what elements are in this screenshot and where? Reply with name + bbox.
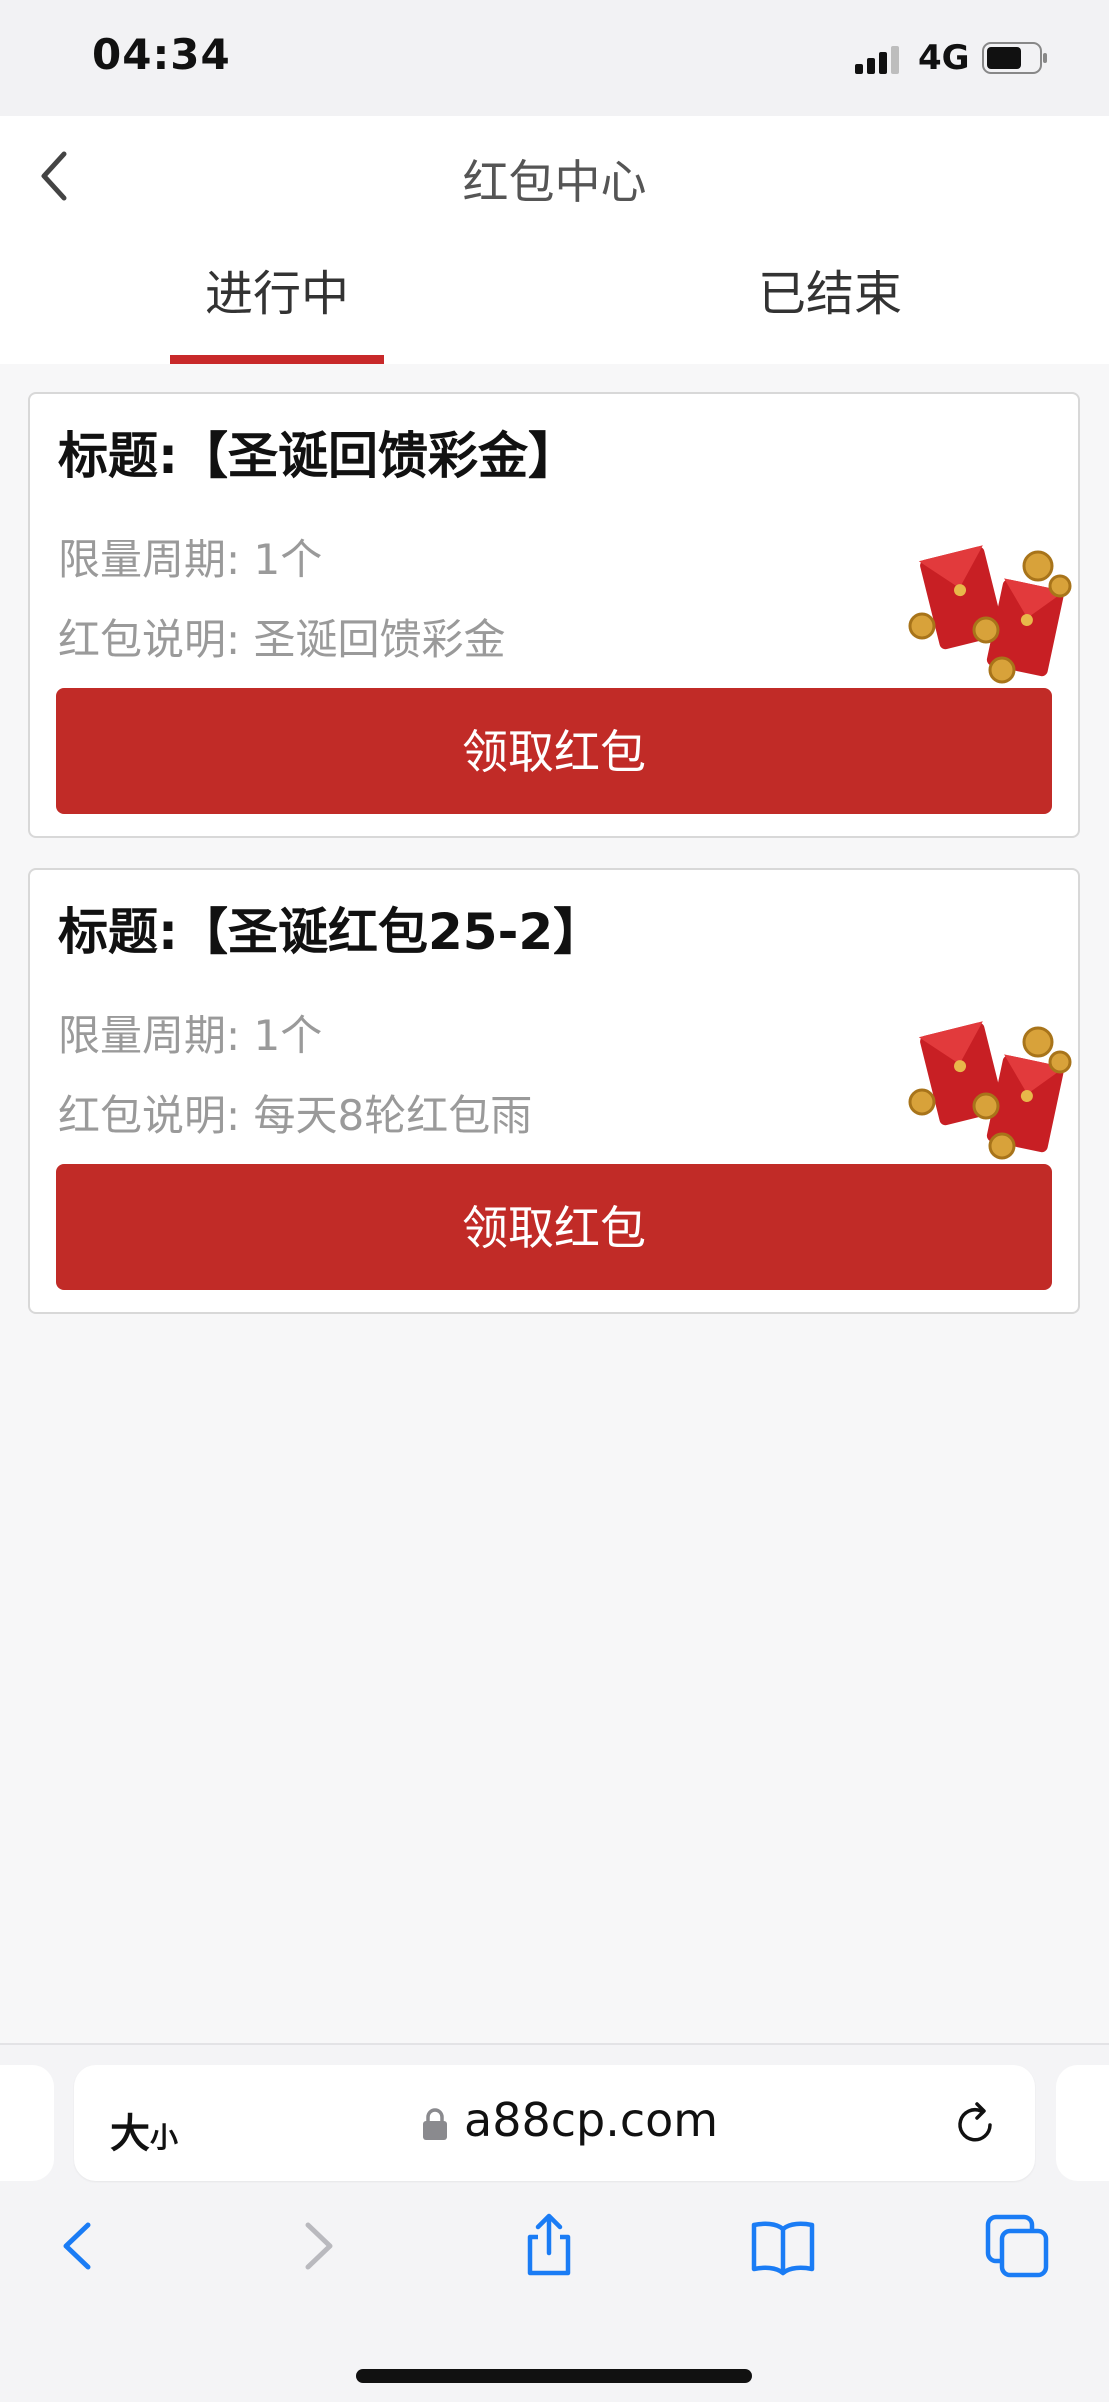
browser-toolbar: 大小 a88cp.com (0, 2043, 1109, 2402)
home-indicator (356, 2369, 752, 2383)
share-icon[interactable] (514, 2211, 584, 2281)
status-bar: 04:34 4G (0, 0, 1109, 116)
tab-ongoing-label: 进行中 (204, 266, 349, 322)
limit-period-value: 1个 (253, 535, 323, 584)
url-text: a88cp.com (464, 2093, 719, 2147)
packet-description-label: 红包说明: (58, 1091, 254, 1140)
packet-description: 红包说明: 每天8轮红包雨 (58, 1082, 532, 1143)
packet-description-value: 每天8轮红包雨 (253, 1091, 533, 1140)
lock-icon (423, 2108, 447, 2140)
back-icon[interactable] (44, 2211, 114, 2281)
limit-period: 限量周期: 1个 (58, 526, 322, 587)
bookmarks-icon[interactable] (748, 2211, 818, 2281)
card-title: 标题:【圣诞回馈彩金】 (58, 427, 578, 485)
forward-icon[interactable] (282, 2211, 352, 2281)
battery-icon (982, 42, 1047, 74)
text-size-button[interactable]: 大小 (110, 2101, 178, 2159)
red-packet-card: 标题:【圣诞红包25-2】 限量周期: 1个 红包说明: 每天8轮红包雨 领取红… (28, 868, 1080, 1314)
tab-bar: 进行中 已结束 (0, 236, 1109, 364)
address-bar[interactable]: 大小 a88cp.com (74, 2065, 1035, 2181)
card-title: 标题:【圣诞红包25-2】 (58, 903, 604, 961)
next-tab-preview[interactable] (1056, 2065, 1109, 2181)
limit-period: 限量周期: 1个 (58, 1002, 322, 1063)
tab-ended-label: 已结束 (757, 266, 902, 322)
red-envelope-icon (908, 545, 1072, 684)
signal-icon (855, 46, 899, 74)
previous-tab-preview[interactable] (0, 2065, 54, 2181)
limit-period-label: 限量周期: (58, 535, 254, 584)
status-time: 04:34 (92, 30, 231, 79)
packet-description: 红包说明: 圣诞回馈彩金 (58, 606, 506, 667)
limit-period-value: 1个 (253, 1011, 323, 1060)
limit-period-label: 限量周期: (58, 1011, 254, 1060)
text-size-large: 大 (110, 2111, 150, 2157)
active-tab-indicator (170, 355, 384, 364)
page-title: 红包中心 (462, 155, 647, 209)
red-packet-card: 标题:【圣诞回馈彩金】 限量周期: 1个 红包说明: 圣诞回馈彩金 领取红包 (28, 392, 1080, 838)
nav-header: 红包中心 (0, 116, 1109, 236)
tab-ended[interactable]: 已结束 (722, 236, 938, 364)
packet-description-label: 红包说明: (58, 615, 254, 664)
packet-description-value: 圣诞回馈彩金 (253, 615, 506, 664)
text-size-small: 小 (150, 2121, 179, 2154)
claim-red-packet-button[interactable]: 领取红包 (56, 1164, 1052, 1290)
tabs-icon[interactable] (982, 2211, 1052, 2281)
network-type: 4G (918, 38, 970, 78)
claim-red-packet-button[interactable]: 领取红包 (56, 688, 1052, 814)
tab-ongoing[interactable]: 进行中 (170, 236, 384, 364)
reload-icon[interactable] (950, 2099, 1000, 2149)
red-envelope-icon (908, 1021, 1072, 1160)
